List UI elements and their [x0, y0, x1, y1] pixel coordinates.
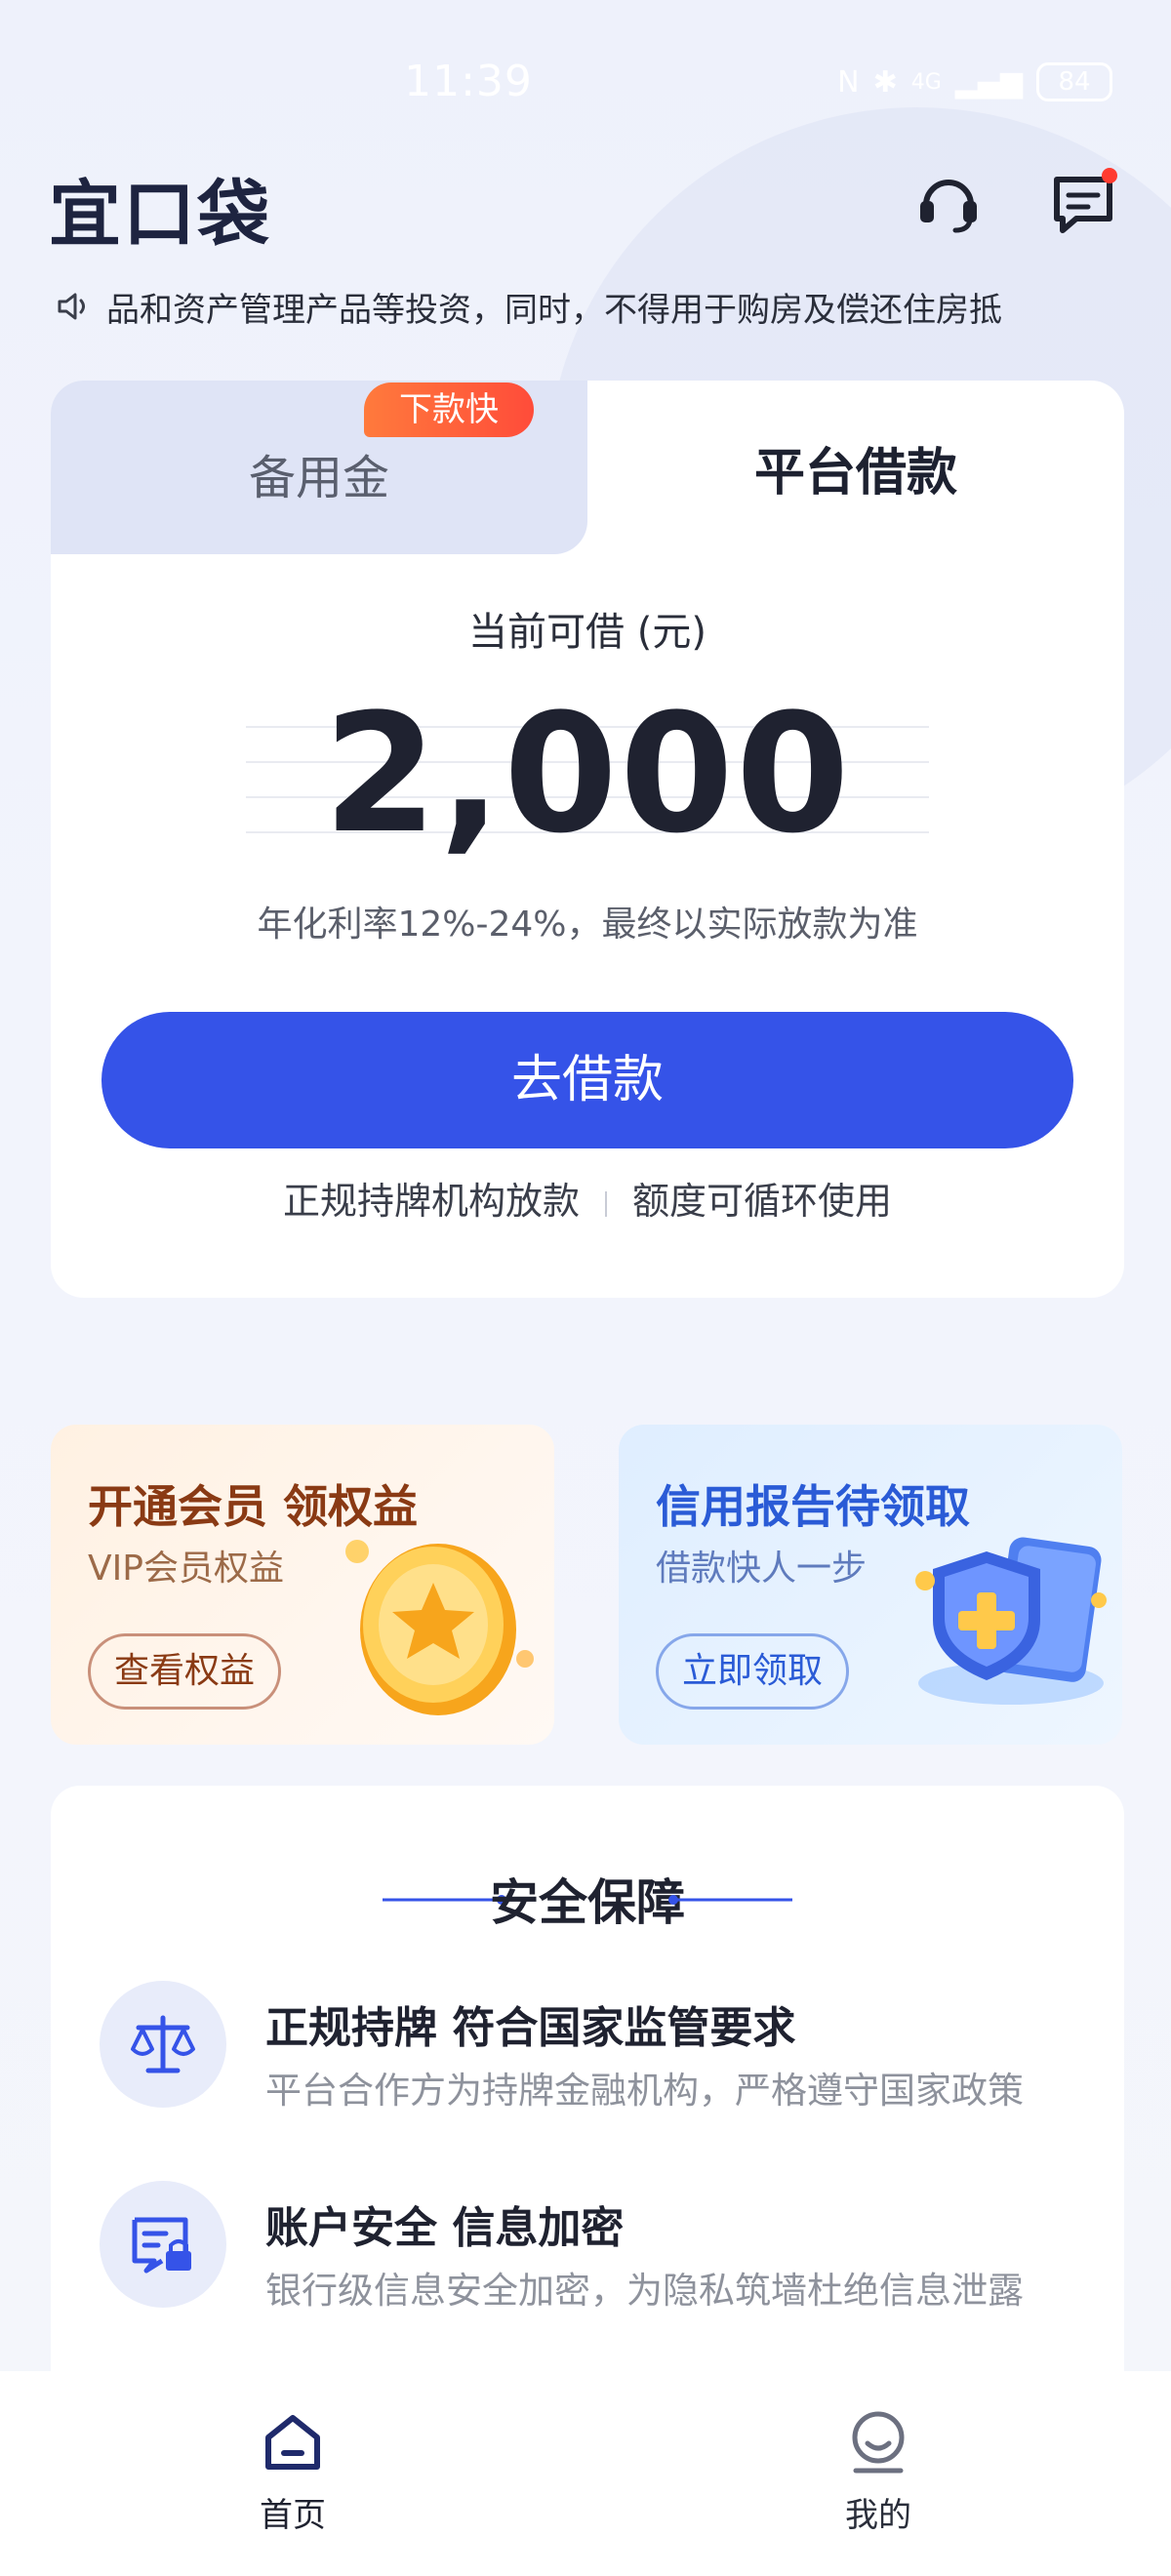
network-label: 4G — [910, 69, 942, 95]
speaker-icon — [58, 293, 85, 320]
notice-text: 品和资产管理产品等投资，同时，不得用于购房及偿还住房抵 — [106, 290, 1002, 330]
borrow-button[interactable]: 去借款 — [101, 1012, 1073, 1148]
star-coin-icon — [345, 1540, 534, 1715]
available-amount: 2,000 — [323, 678, 852, 869]
shield-icon — [915, 1537, 1107, 1705]
nav-home-label: 首页 — [260, 2496, 326, 2535]
nav-home[interactable]: 首页 — [195, 2410, 390, 2547]
credit-promo-subtitle: 借款快人一步 — [656, 1549, 868, 1589]
security-item-title: 账户安全 信息加密 — [265, 2203, 625, 2253]
notice-bar[interactable]: 品和资产管理产品等投资，同时，不得用于购房及偿还住房抵 — [54, 281, 1122, 332]
app-logo: 宜口袋 — [49, 173, 271, 257]
security-item-account: 账户安全 信息加密 银行级信息安全加密，为隐私筑墙杜绝信息泄露 — [100, 2181, 1095, 2317]
fast-disbursement-badge: 下款快 — [364, 382, 534, 437]
vip-promo-card[interactable]: 开通会员 领权益 VIP会员权益 查看权益 — [51, 1425, 554, 1745]
bottom-navigation: 首页 我的 — [0, 2371, 1171, 2576]
rate-note: 年化利率12%-24%，最终以实际放款为准 — [257, 905, 918, 945]
credit-report-promo-card[interactable]: 信用报告待领取 借款快人一步 立即领取 — [619, 1425, 1122, 1745]
nav-mine-label: 我的 — [845, 2496, 911, 2535]
battery-indicator: 84 — [1036, 62, 1112, 101]
id-card-lock-icon — [132, 2217, 191, 2274]
nfc-icon: N — [837, 64, 860, 100]
loan-home-page: 11:39 N ✱ 4G ▂▄▆ 84 宜口袋 品和资产管理产品等投资，同时，不… — [0, 0, 1171, 2576]
id-card-lock-icon-wrap — [100, 2181, 226, 2308]
message-icon[interactable] — [1049, 166, 1121, 238]
feature-divider — [605, 1190, 607, 1217]
security-item-desc: 平台合作方为持牌金融机构，严格遵守国家政策 — [265, 2070, 1024, 2112]
security-item-licensed: 正规持牌 符合国家监管要求 平台合作方为持牌金融机构，严格遵守国家政策 — [100, 1981, 1095, 2117]
bluetooth-icon: ✱ — [872, 64, 898, 100]
signal-icon: ▂▄▆ — [954, 64, 1023, 100]
vip-promo-subtitle: VIP会员权益 — [88, 1549, 284, 1589]
claim-now-button[interactable]: 立即领取 — [656, 1633, 849, 1710]
view-benefits-button[interactable]: 查看权益 — [88, 1633, 281, 1710]
headset-icon[interactable] — [912, 166, 985, 238]
status-time: 11:39 — [404, 57, 533, 106]
security-item-desc: 银行级信息安全加密，为隐私筑墙杜绝信息泄露 — [265, 2270, 1024, 2312]
status-bar: 11:39 N ✱ 4G ▂▄▆ 84 — [0, 0, 1171, 146]
feature-row: 正规持牌机构放款 额度可循环使用 — [51, 1171, 1124, 1225]
feature-licensed: 正规持牌机构放款 — [282, 1180, 580, 1223]
scale-icon — [131, 2015, 195, 2073]
title-decoration-right — [668, 1895, 792, 1905]
home-icon — [265, 2415, 320, 2470]
security-item-title: 正规持牌 符合国家监管要求 — [265, 2003, 796, 2053]
available-amount-label: 当前可借 (元) — [468, 610, 707, 655]
nav-mine[interactable]: 我的 — [781, 2410, 976, 2547]
feature-revolving: 额度可循环使用 — [632, 1180, 893, 1223]
status-icons: N ✱ 4G ▂▄▆ 84 — [837, 62, 1112, 101]
tab-platform-loan[interactable]: 平台借款 — [587, 431, 1124, 504]
tab-reserve-label: 备用金 — [248, 451, 389, 505]
security-title: 安全保障 — [490, 1874, 685, 1931]
profile-icon — [852, 2411, 905, 2474]
scale-icon-wrap — [100, 1981, 226, 2108]
loan-card: 备用金 平台借款 当前可借 (元) 2,000 年化利率12%-24%，最终以实… — [51, 381, 1124, 1298]
